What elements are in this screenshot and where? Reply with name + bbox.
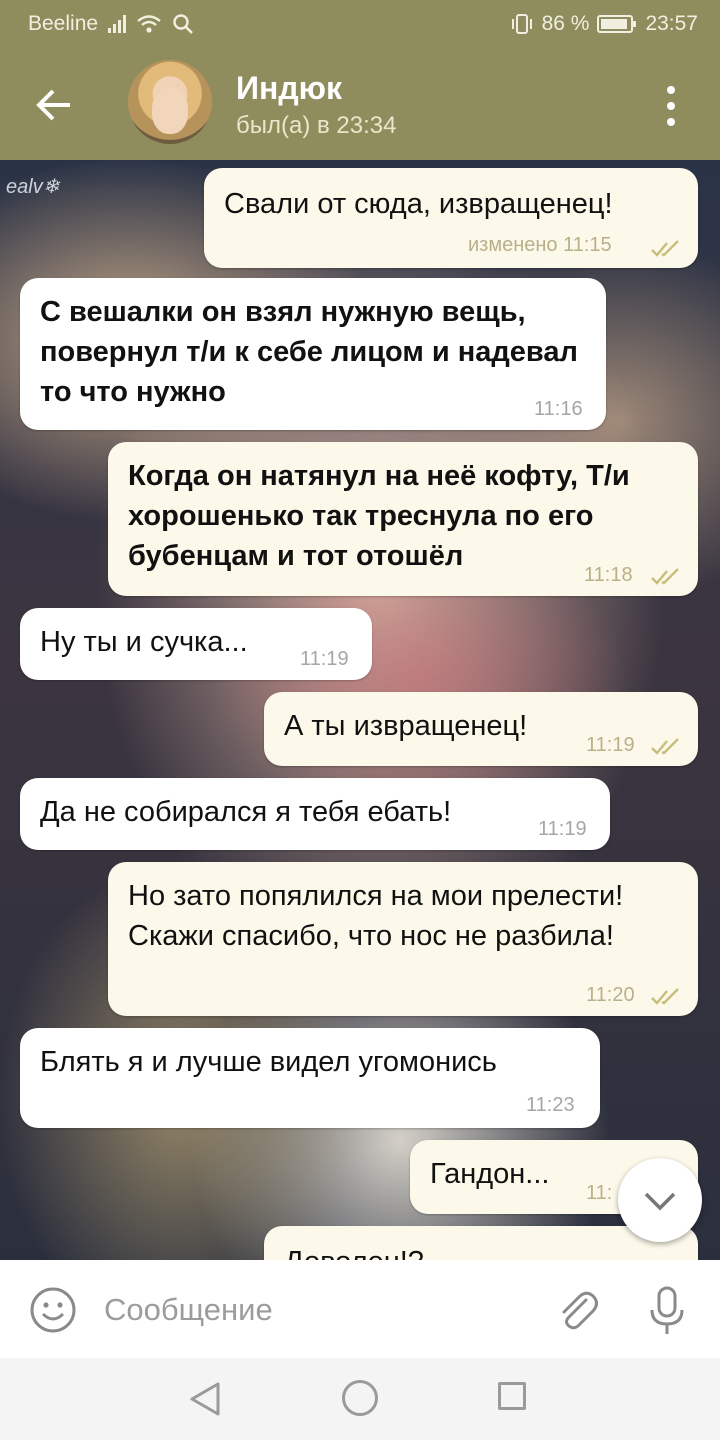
vibrate-icon (511, 14, 532, 34)
triangle-back-icon (190, 1382, 220, 1416)
clock: 23:57 (645, 12, 698, 35)
signal-icon (108, 15, 127, 33)
message-time: 11:19 (586, 734, 635, 756)
back-button[interactable] (30, 80, 80, 130)
message-bubble-incoming[interactable]: Блять я и лучше видел угомонись 11:23 (20, 1028, 600, 1128)
nav-recents-button[interactable] (498, 1382, 526, 1410)
message-text: Блять я и лучше видел угомонись (40, 1046, 497, 1078)
double-check-icon (651, 240, 679, 257)
chat-title[interactable]: Индюк (236, 70, 342, 107)
wifi-icon (137, 15, 161, 33)
emoji-button[interactable] (28, 1285, 78, 1335)
message-bubble-incoming[interactable]: С вешалки он взял нужную вещь, повернул … (20, 278, 606, 430)
battery-icon (597, 15, 637, 33)
message-time: изменено 11:15 (468, 234, 612, 256)
message-text: Да не собирался я тебя ебать! (40, 796, 452, 828)
chat-header: Индюк был(а) в 23:34 (0, 48, 720, 160)
last-seen-status: был(а) в 23:34 (236, 112, 397, 139)
search-status-icon (173, 14, 193, 34)
message-time: 11:19 (538, 818, 587, 840)
microphone-icon (650, 1286, 684, 1334)
avatar[interactable] (128, 60, 212, 144)
message-time: 11:20 (586, 984, 635, 1006)
message-text: Свали от сюда, извращенец! (224, 188, 613, 220)
attach-button[interactable] (552, 1286, 602, 1336)
scroll-down-button[interactable] (618, 1158, 702, 1242)
message-time: 11: (586, 1182, 613, 1204)
arrow-left-icon (36, 89, 70, 121)
message-composer: Сообщение (0, 1260, 720, 1358)
background-watermark: ealv❄ (6, 176, 60, 198)
status-bar: Beeline 86 % 23:57 (0, 0, 720, 48)
double-check-icon (651, 568, 679, 585)
battery-percent: 86 % (541, 12, 590, 35)
message-input[interactable]: Сообщение (104, 1282, 534, 1338)
message-bubble-incoming[interactable]: Да не собирался я тебя ебать! 11:19 (20, 778, 610, 850)
message-time: 11:16 (534, 398, 583, 420)
chat-background: ealv❄ Свали от сюда, извращенец! изменен… (0, 160, 720, 1260)
more-vert-icon (667, 86, 675, 94)
nav-back-button[interactable] (186, 1380, 224, 1418)
message-text: Доволен!? (284, 1242, 424, 1260)
voice-record-button[interactable] (644, 1284, 690, 1338)
more-menu-button[interactable] (656, 84, 686, 128)
message-text: А ты извращенец! (284, 710, 528, 742)
message-bubble-incoming[interactable]: Ну ты и сучка... 11:19 (20, 608, 372, 680)
message-bubble-outgoing[interactable]: А ты извращенец! 11:19 (264, 692, 698, 766)
message-bubble-outgoing[interactable]: Но зато попялился на мои прелести! Скажи… (108, 862, 698, 1016)
message-text: Но зато попялился на мои прелести! Скажи… (128, 880, 624, 952)
system-navigation-bar (0, 1358, 720, 1440)
double-check-icon (651, 738, 679, 755)
message-time: 11:23 (526, 1094, 575, 1116)
message-text: Когда он натянул на неё кофту, Т/и хорош… (128, 460, 630, 572)
message-bubble-outgoing[interactable]: Свали от сюда, извращенец! изменено 11:1… (204, 168, 698, 268)
message-text: С вешалки он взял нужную вещь, повернул … (40, 296, 578, 408)
smiley-icon (30, 1287, 76, 1333)
paperclip-icon (562, 1291, 598, 1330)
message-bubble-outgoing[interactable]: Когда он натянул на неё кофту, Т/и хорош… (108, 442, 698, 596)
double-check-icon (651, 988, 679, 1005)
nav-home-button[interactable] (342, 1380, 378, 1416)
message-time: 11:18 (584, 564, 633, 586)
message-text: Гандон... (430, 1158, 550, 1190)
message-text: Ну ты и сучка... (40, 626, 248, 658)
message-time: 11:19 (300, 648, 349, 670)
chevron-down-icon (644, 1192, 676, 1211)
carrier-label: Beeline (28, 12, 99, 35)
